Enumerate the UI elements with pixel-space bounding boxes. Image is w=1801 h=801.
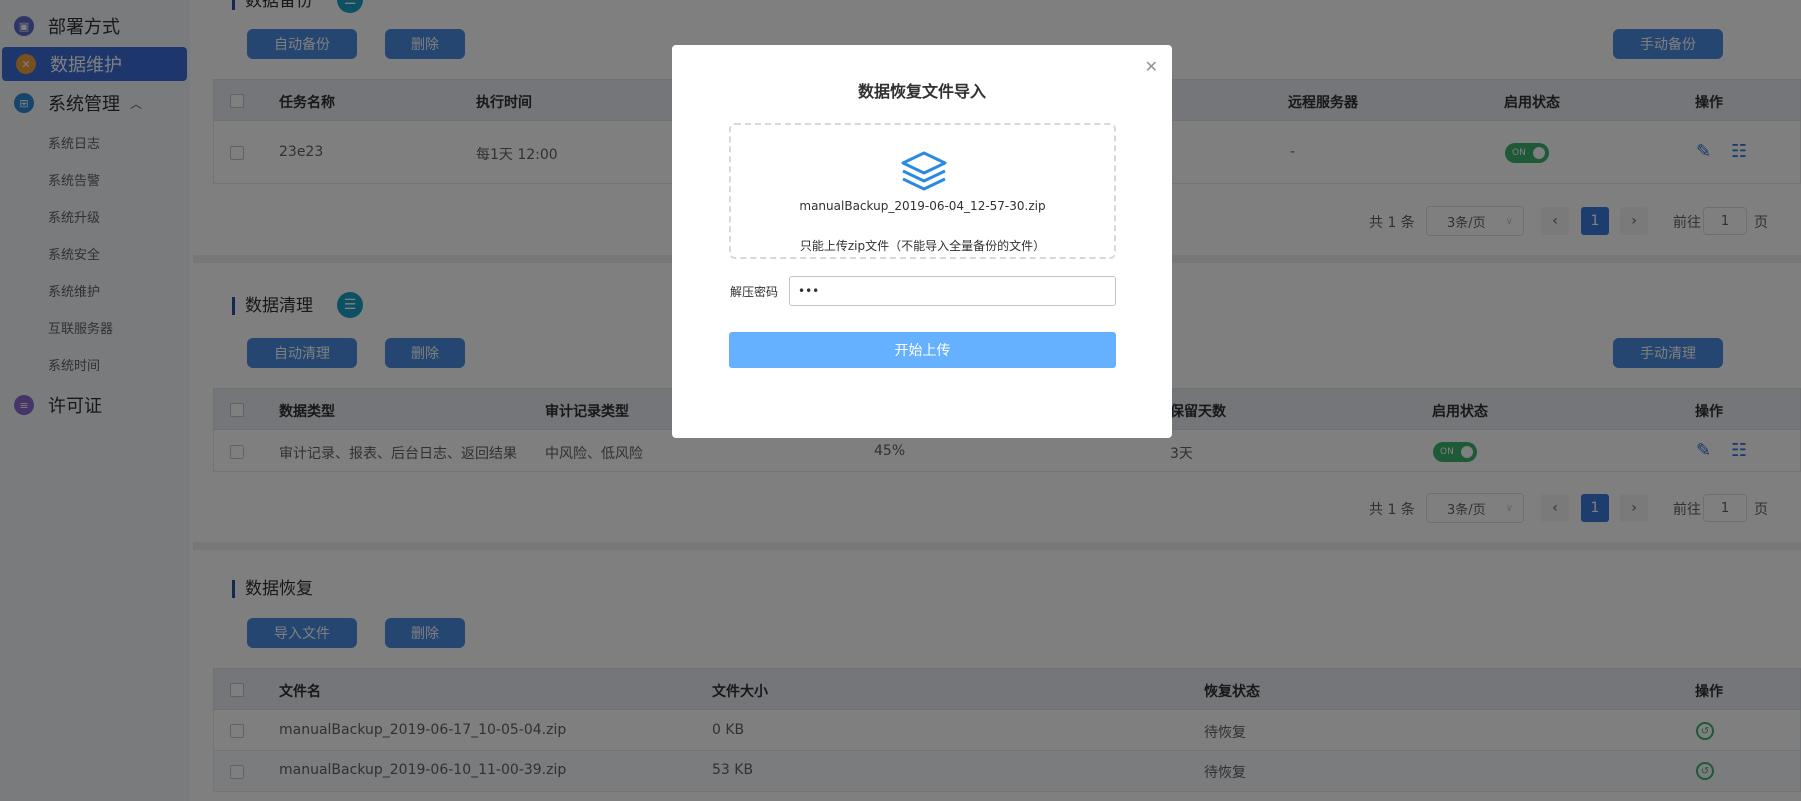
password-label: 解压密码 <box>730 285 779 299</box>
upload-drop-zone[interactable]: manualBackup_2019-06-04_12-57-30.zip 只能上… <box>729 123 1116 259</box>
upload-hint: 只能上传zip文件（不能导入全量备份的文件） <box>799 239 1046 253</box>
dialog-title: 数据恢复文件导入 <box>857 82 986 101</box>
selected-file-name: manualBackup_2019-06-04_12-57-30.zip <box>799 199 1046 213</box>
password-field[interactable] <box>789 276 1116 306</box>
layers-icon <box>901 151 947 191</box>
start-upload-button[interactable]: 开始上传 <box>729 332 1116 368</box>
import-dialog: 数据恢复文件导入 ✕ manualBackup_2019-06-04_12-57… <box>672 45 1172 438</box>
close-icon[interactable]: ✕ <box>1145 57 1158 76</box>
